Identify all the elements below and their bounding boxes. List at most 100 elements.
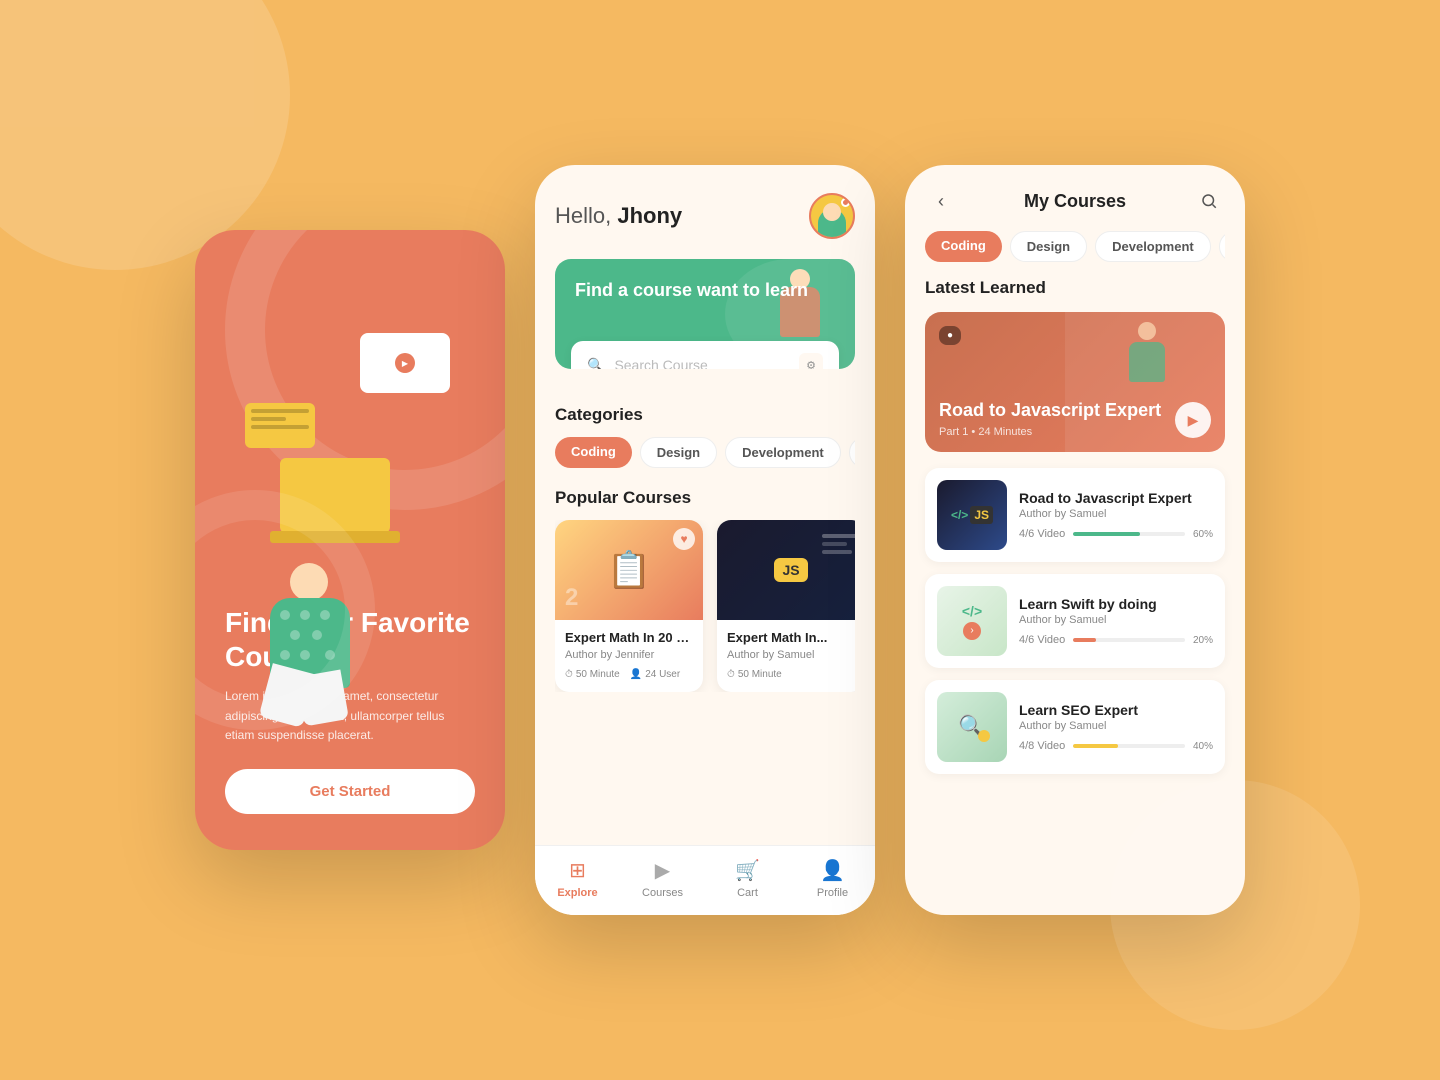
tab-development[interactable]: Development	[1095, 231, 1211, 262]
tab-design[interactable]: Design	[1010, 231, 1087, 262]
latest-learned-title: Latest Learned	[925, 278, 1225, 298]
get-started-button[interactable]: Get Started	[225, 769, 475, 814]
js-text: JS	[970, 506, 993, 524]
username-text: Jhony	[617, 203, 682, 228]
categories-section: Categories Coding Design Development We.…	[555, 405, 855, 468]
users-text-1: 24 User	[645, 669, 680, 680]
search-bar[interactable]: 🔍 Search Course ⚙	[571, 341, 839, 369]
math-thumbnail: 📋 ♥ 2	[555, 520, 703, 620]
search-icon-svg	[1200, 192, 1218, 210]
profile-icon: 👤	[820, 858, 845, 883]
course-thumb-seo: 🔍	[937, 692, 1007, 762]
deco-number: 2	[565, 584, 578, 612]
greeting-text: Hello, Jhony	[555, 203, 682, 229]
text-line-1	[251, 409, 309, 413]
courses-row: 📋 ♥ 2 Expert Math In 20 Mi... Author by …	[555, 520, 855, 692]
person-head	[290, 563, 328, 601]
popular-title: Popular Courses	[555, 488, 855, 508]
search-button[interactable]	[1193, 185, 1225, 217]
hero-course-title: Road to Javascript Expert	[939, 400, 1161, 422]
phone-home: Hello, Jhony Find a course want to learn	[535, 165, 875, 915]
course-meta-1: ⏱ 50 Minute 👤 24 User	[565, 669, 693, 680]
user-avatar[interactable]	[809, 193, 855, 239]
clock-icon: ⏱	[565, 669, 573, 680]
pill-coding[interactable]: Coding	[555, 437, 632, 468]
hello-label: Hello, Jhony	[555, 203, 682, 228]
tab-pills: Coding Design Development We...	[925, 231, 1225, 262]
clock-icon-2: ⏱	[727, 669, 735, 680]
js-thumb-inner: </> JS	[937, 480, 1007, 550]
person-leg-right	[296, 670, 349, 727]
duration-1: ⏱ 50 Minute	[565, 669, 620, 680]
explore-label: Explore	[557, 887, 597, 899]
pill-development[interactable]: Development	[725, 437, 841, 468]
text-line-3	[251, 425, 309, 429]
hero-illustration	[1129, 322, 1165, 382]
course-list-item-1[interactable]: </> JS Road to Javascript Expert Author …	[925, 468, 1225, 562]
progress-fill-1	[1073, 532, 1140, 536]
courses-screen: ‹ My Courses Coding Design Development W…	[905, 165, 1245, 915]
course-item-info-1: Road to Javascript Expert Author by Samu…	[1019, 490, 1213, 540]
swift-logo: ›	[963, 622, 981, 640]
progress-fill-2	[1073, 638, 1095, 642]
banner-text: Find a course want to learn	[575, 279, 808, 302]
progress-row-1: 4/6 Video 60%	[1019, 528, 1213, 540]
splash-title: Find Your Favorite Course	[225, 606, 475, 673]
duration-text-1: 50 Minute	[576, 669, 620, 680]
tab-coding[interactable]: Coding	[925, 231, 1002, 262]
course-thumb-2: JS	[717, 520, 855, 620]
progress-row-2: 4/6 Video 20%	[1019, 634, 1213, 646]
text-line-2	[251, 417, 286, 421]
course-list-item-3[interactable]: 🔍 Learn SEO Expert Author by Samuel 4/8 …	[925, 680, 1225, 774]
progress-track-2	[1073, 638, 1185, 642]
tab-we[interactable]: We...	[1219, 231, 1225, 262]
category-pills: Coding Design Development We...	[555, 437, 855, 468]
users-1: 👤 24 User	[630, 669, 680, 680]
nav-profile[interactable]: 👤 Profile	[790, 858, 875, 899]
nav-cart[interactable]: 🛒 Cart	[705, 858, 790, 899]
home-screen: Hello, Jhony Find a course want to learn	[535, 165, 875, 915]
progress-track-3	[1073, 744, 1185, 748]
course-item-title-1: Road to Javascript Expert	[1019, 490, 1213, 506]
back-button[interactable]: ‹	[925, 185, 957, 217]
filter-icon[interactable]: ⚙	[799, 353, 823, 369]
pill-we[interactable]: We...	[849, 437, 855, 468]
person-illustration: ▶	[240, 303, 460, 563]
course-card-info-2: Expert Math In... Author by Samuel ⏱ 50 …	[717, 620, 855, 692]
course-meta-2: ⏱ 50 Minute	[727, 669, 855, 680]
clipboard-icon: 📋	[607, 549, 652, 591]
dot-6	[280, 650, 290, 660]
nav-courses[interactable]: ▶ Courses	[620, 858, 705, 899]
home-content: Hello, Jhony Find a course want to learn	[535, 165, 875, 845]
hero-duration: 24 Minutes	[978, 426, 1032, 438]
pill-design[interactable]: Design	[640, 437, 717, 468]
video-info-1: 4/6 Video	[1019, 528, 1065, 540]
phone-courses: ‹ My Courses Coding Design Development W…	[905, 165, 1245, 915]
splash-illustration: ▶	[225, 270, 475, 596]
hero-course-meta: Part 1 • 24 Minutes	[939, 426, 1161, 438]
seo-thumb-inner: 🔍	[937, 692, 1007, 762]
dot-7	[300, 650, 310, 660]
course-card-2[interactable]: JS Expert Math In... Au	[717, 520, 855, 692]
dot-5	[312, 630, 322, 640]
dot-8	[325, 650, 335, 660]
course-thumb-1: 📋 ♥ 2	[555, 520, 703, 620]
duration-text-2: 50 Minute	[738, 669, 782, 680]
course-list-item-2[interactable]: </> › Learn Swift by doing Author by Sam…	[925, 574, 1225, 668]
course-author-2: Author by Samuel	[727, 649, 855, 661]
js-badge: JS	[774, 558, 807, 582]
course-card-1[interactable]: 📋 ♥ 2 Expert Math In 20 Mi... Author by …	[555, 520, 703, 692]
laptop	[280, 458, 390, 533]
nav-explore[interactable]: ⊞ Explore	[535, 858, 620, 899]
dot-4	[290, 630, 300, 640]
course-author-1: Author by Jennifer	[565, 649, 693, 661]
hero-play-button[interactable]: ▶	[1175, 402, 1211, 438]
video-info-2: 4/6 Video	[1019, 634, 1065, 646]
swift-thumb-inner: </> ›	[937, 586, 1007, 656]
hero-course-card[interactable]: ● Road to Javascript Expert Part 1 • 24 …	[925, 312, 1225, 452]
video-dot: ●	[947, 330, 953, 341]
progress-fill-3	[1073, 744, 1118, 748]
cart-icon: 🛒	[735, 858, 760, 883]
course-item-author-1: Author by Samuel	[1019, 508, 1213, 520]
js-code-display: </> JS	[951, 506, 993, 524]
